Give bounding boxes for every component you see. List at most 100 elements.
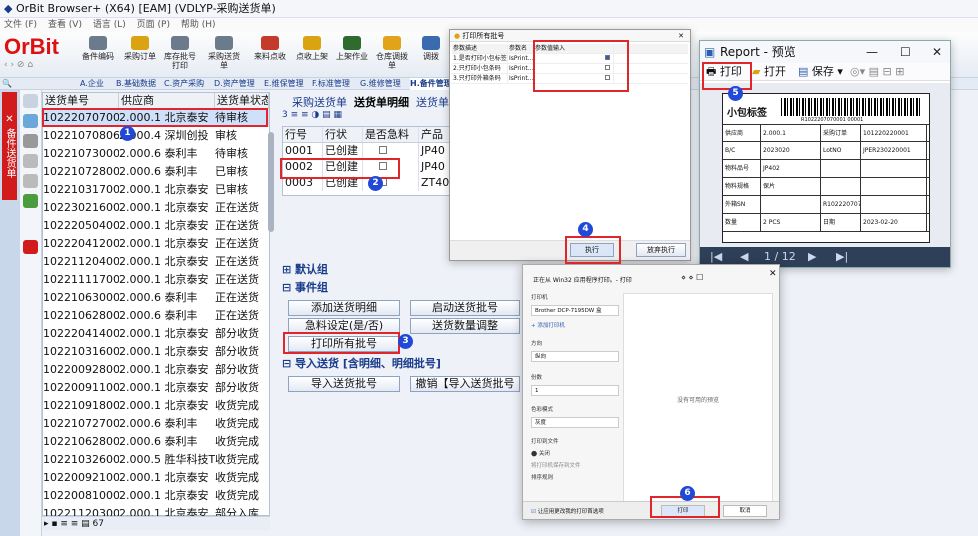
menu-file[interactable]: 文件 (F) [4, 20, 37, 30]
checkbox-icon[interactable] [605, 65, 610, 70]
col-header-status[interactable]: 送货单状态 [215, 93, 269, 108]
search-icon[interactable]: 🔍 [2, 78, 12, 90]
table-row[interactable]: 102220504000 12.000.1 北京泰安正在送货 [43, 217, 269, 235]
minimize-icon[interactable]: — [866, 41, 878, 63]
toolbar-batch-print[interactable]: 库存批号打印 [162, 36, 198, 76]
toolbar-shelving[interactable]: 上架作业 [334, 36, 370, 76]
table-row[interactable]: 102210316000 42.000.1 北京泰安部分收货 [43, 343, 269, 361]
table-row[interactable]: 102210317000 22.000.1 北京泰安已审核 [43, 181, 269, 199]
checkbox-icon[interactable] [605, 75, 610, 80]
urgent-setting-button[interactable]: 急料设定(是/否) [288, 318, 400, 334]
footer-tools-icon[interactable]: ▸ ▪ ≡ ≡ ▤ [44, 519, 93, 529]
toolbar-delivery-note[interactable]: 采购送货单 [206, 36, 242, 76]
doc-icon[interactable] [23, 154, 38, 168]
table-row[interactable]: 102220414000 12.000.1 北京泰安部分收货 [43, 325, 269, 343]
nav-repair[interactable]: G.维修管理 [360, 78, 401, 90]
module-strip-label[interactable]: ✕ 备件送货单 [2, 92, 17, 200]
param-value[interactable] [534, 64, 614, 73]
dialog-controls-icon[interactable]: ⋄ ⋄ ☐ [681, 273, 703, 282]
menu-help[interactable]: 帮助 (H) [181, 20, 216, 30]
param-value[interactable] [534, 74, 614, 83]
doc-icon[interactable] [23, 174, 38, 188]
copies-stepper[interactable]: 1 [531, 385, 619, 396]
nav-standard[interactable]: F.标准管理 [312, 78, 350, 90]
preferences-checkbox[interactable]: ☑ 让应用更改我的打印首选项 [531, 507, 604, 515]
detail-toolbar[interactable]: 3 ≡ ≡ ◑ ▤ ▦ [282, 110, 342, 120]
menu-page[interactable]: 页面 (P) [137, 20, 170, 30]
add-printer-link[interactable]: + 添加打印机 [531, 321, 565, 329]
param-row[interactable]: 1.是否打印小包标签 IsPrint... [452, 54, 688, 64]
table-row[interactable]: 102210727000 32.000.6 泰利丰 收货完成 [43, 415, 269, 433]
start-batch-button[interactable]: 启动送货批号 [410, 300, 520, 316]
exit-icon[interactable] [23, 240, 38, 254]
col-header-line-status[interactable]: 行状 [323, 127, 363, 142]
nav-enterprise[interactable]: A.企业 [80, 78, 104, 90]
table-row[interactable]: 102210628000 12.000.6 泰利丰 正在送货 [43, 307, 269, 325]
checkbox-icon[interactable] [379, 162, 387, 170]
print-to-file-toggle[interactable]: ⬤ 关闭 [531, 449, 550, 457]
maximize-icon[interactable]: ☐ [900, 41, 911, 63]
pencil-icon[interactable] [23, 134, 38, 148]
param-row[interactable]: 3.只打印外箱条码 IsPrint... [452, 74, 688, 84]
menu-language[interactable]: 语言 (L) [93, 20, 126, 30]
doc-icon[interactable] [23, 114, 38, 128]
color-select[interactable]: 灰度 [531, 417, 619, 428]
table-row[interactable]: 102210326000 42.000.5 胜华科技T收货完成 [43, 451, 269, 469]
table-row[interactable]: 102210728000 12.000.6 泰利丰 已审核 [43, 163, 269, 181]
check-icon[interactable] [23, 194, 38, 208]
print-all-batches-button[interactable]: 打印所有批号 [288, 336, 400, 352]
table-row[interactable]: 102200911000 12.000.1 北京泰安部分收货 [43, 379, 269, 397]
table-row[interactable]: 102211204000 12.000.1 北京泰安正在送货 [43, 253, 269, 271]
close-icon[interactable]: ✕ [932, 41, 942, 63]
group-import[interactable]: ⊟ 导入送货 [含明细、明细批号] [282, 356, 441, 372]
nav-arrows-icon[interactable]: ‹ › ⊘ ⌂ [4, 60, 33, 70]
table-row[interactable]: 102200921000 22.000.1 北京泰安收货完成 [43, 469, 269, 487]
col-header-supplier[interactable]: 供应商 [119, 93, 215, 108]
doc-icon[interactable] [23, 94, 38, 108]
toolbar-transfer[interactable]: 仓库调拨单 [374, 36, 410, 76]
nav-asset-mgmt[interactable]: D.资产管理 [214, 78, 255, 90]
col-header-line[interactable]: 行号 [283, 127, 323, 142]
checkbox-icon[interactable] [379, 146, 387, 154]
zoom-tools-icon[interactable]: ◎▾ ▤ ⊟ ⊞ [850, 63, 904, 81]
col-header-urgent[interactable]: 是否急料 [363, 127, 419, 142]
add-detail-button[interactable]: 添加送货明细 [288, 300, 400, 316]
group-event[interactable]: ⊟ 事件组 [282, 280, 328, 296]
checkbox-icon[interactable] [605, 55, 610, 60]
open-button[interactable]: ▰ 打开 [752, 63, 786, 81]
qty-adjust-button[interactable]: 送货数量调整 [410, 318, 520, 334]
tab-delivery-detail[interactable]: 送货单明细 [354, 94, 409, 110]
printer-select[interactable]: Brother DCP-7195DW 盒 [531, 305, 619, 316]
nav-asset-purchase[interactable]: C.资产采购 [164, 78, 204, 90]
tab-delivery-batch[interactable]: 送货单 [416, 94, 449, 110]
undo-import-button[interactable]: 撤销【导入送货批号 [410, 376, 520, 392]
nav-spare-parts[interactable]: H.备件管理 [410, 78, 452, 90]
param-row[interactable]: 2.只打印小包条码 IsPrint... [452, 64, 688, 74]
table-row[interactable]: 102210918000 12.000.1 北京泰安收货完成 [43, 397, 269, 415]
save-button[interactable]: ▤ 保存 ▾ [798, 63, 843, 81]
table-row[interactable]: 102220412000 32.000.1 北京泰安正在送货 [43, 235, 269, 253]
toolbar-purchase-order[interactable]: 采购订单 [122, 36, 158, 76]
table-row[interactable]: 102210628000 92.000.6 泰利丰 收货完成 [43, 433, 269, 451]
close-icon[interactable]: ✕ [769, 269, 777, 279]
table-row[interactable]: 102210630000 22.000.6 泰利丰 正在送货 [43, 289, 269, 307]
toolbar-shelf[interactable]: 点收上架 [294, 36, 330, 76]
nav-maintenance[interactable]: E.维保管理 [264, 78, 304, 90]
param-value[interactable] [534, 54, 614, 63]
table-row[interactable]: 102211117000 12.000.1 北京泰安正在送货 [43, 271, 269, 289]
table-row[interactable]: 102220707000 12.000.1 北京泰安待审核 [43, 109, 269, 127]
dialog-print-button[interactable]: 打印 [661, 505, 705, 517]
menu-view[interactable]: 查看 (V) [48, 20, 82, 30]
table-row[interactable]: 1022107080600 02.000.4 深圳创投审核 [43, 127, 269, 145]
next-page-icon[interactable]: ▶ [808, 247, 816, 267]
table-row[interactable]: 102200928000 12.000.1 北京泰安部分收货 [43, 361, 269, 379]
print-button[interactable]: 🖶 打印 [706, 63, 742, 81]
dialog-cancel-button[interactable]: 取消 [723, 505, 767, 517]
table-row[interactable]: 102200810000 22.000.1 北京泰安收货完成 [43, 487, 269, 505]
execute-button[interactable]: 执行 [570, 243, 614, 257]
last-page-icon[interactable]: ▶| [836, 247, 848, 267]
toolbar-transfer2[interactable]: 调拨 [414, 36, 448, 76]
cancel-execute-button[interactable]: 放弃执行 [636, 243, 686, 257]
col-header-delivery-no[interactable]: 送货单号 [43, 93, 119, 108]
close-icon[interactable]: ✕ [678, 30, 684, 42]
